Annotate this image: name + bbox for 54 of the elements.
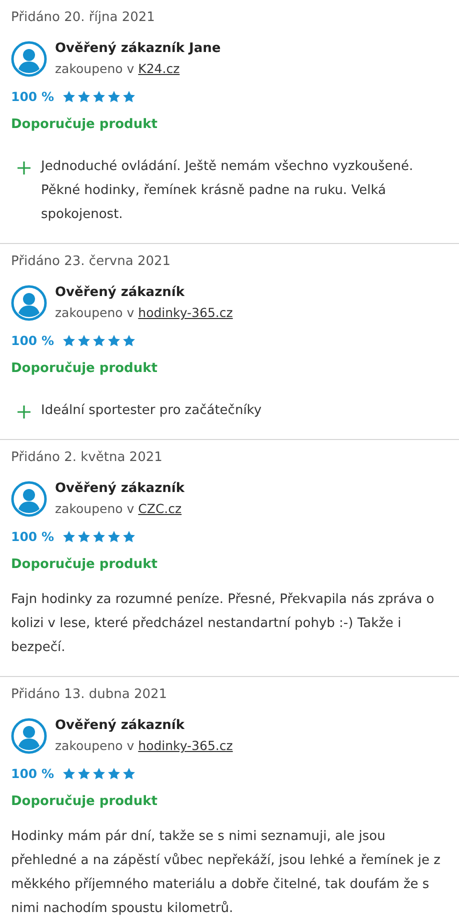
star-icon bbox=[122, 90, 136, 104]
star-icon bbox=[92, 90, 106, 104]
user-avatar-icon bbox=[11, 718, 47, 754]
review-date: Přidáno 13. dubna 2021 bbox=[11, 686, 168, 704]
star-icon bbox=[122, 334, 136, 348]
plus-icon bbox=[17, 405, 31, 419]
star-icon bbox=[62, 90, 76, 104]
review-date: Přidáno 20. října 2021 bbox=[11, 9, 156, 27]
star-icon bbox=[76, 767, 91, 781]
recommend-label: Doporučuje produkt bbox=[11, 793, 158, 811]
star-icon bbox=[106, 90, 121, 104]
star-icon bbox=[92, 334, 106, 348]
review-text: Hodinky mám pár dní, takže se s nimi seznamuji, ale jsou přehledné a na zápěstí vůbec nepřekáží, jsou lehké a řemínek je z měkkého příjemného materiálu a dobře čitelné, tak doufám že s nimi nachodím spoustu kilometrů. bbox=[11, 828, 442, 918]
purchase-label: zakoupeno v bbox=[55, 737, 134, 755]
star-icon bbox=[106, 530, 121, 544]
pro-text: Jednoduché ovládání. Ještě nemám všechno vyzkoušené. Pěkné hodinky, řemínek krásně padne na ruku. Velká spokojenost. bbox=[41, 158, 414, 224]
star-icon bbox=[92, 767, 106, 781]
star-icon bbox=[76, 90, 91, 104]
star-icon bbox=[106, 767, 121, 781]
rating-percent: 100 % bbox=[11, 332, 54, 350]
author-name: Ověřený zákazník bbox=[55, 717, 186, 735]
star-icon bbox=[62, 334, 76, 348]
recommend-label: Doporučuje produkt bbox=[11, 116, 158, 134]
review-text: Fajn hodinky za rozumné peníze. Přesné, Překvapila nás zpráva o kolizi v lese, které předcházel nestandartní pohyb :-) Takže i bezpečí. bbox=[11, 591, 436, 657]
purchase-label: zakoupeno v bbox=[55, 60, 134, 78]
star-icon bbox=[92, 530, 106, 544]
plus-icon bbox=[17, 161, 31, 175]
shop-link[interactable]: hodinky-365.cz bbox=[138, 303, 233, 323]
user-avatar-icon bbox=[11, 41, 47, 77]
purchase-label: zakoupeno v bbox=[55, 500, 134, 518]
user-avatar-icon bbox=[11, 285, 47, 321]
author-name: Ověřený zákazník Jane bbox=[55, 40, 221, 58]
star-icon bbox=[122, 530, 136, 544]
purchase-label: zakoupeno v bbox=[55, 304, 134, 322]
star-icon bbox=[106, 334, 121, 348]
star-icon bbox=[76, 334, 91, 348]
review-date: Přidáno 23. června 2021 bbox=[11, 253, 172, 271]
shop-link[interactable]: hodinky-365.cz bbox=[138, 736, 233, 756]
recommend-label: Doporučuje produkt bbox=[11, 556, 158, 574]
review-date: Přidáno 2. května 2021 bbox=[11, 449, 164, 467]
star-icon bbox=[62, 767, 76, 781]
star-icon bbox=[122, 767, 136, 781]
rating-percent: 100 % bbox=[11, 528, 54, 546]
star-icon bbox=[62, 530, 76, 544]
author-name: Ověřený zákazník bbox=[55, 284, 186, 302]
author-name: Ověřený zákazník bbox=[55, 480, 185, 498]
rating-percent: 100 % bbox=[11, 88, 54, 106]
star-icon bbox=[76, 530, 91, 544]
recommend-label: Doporučuje produkt bbox=[11, 360, 158, 378]
user-avatar-icon bbox=[11, 481, 47, 517]
shop-link[interactable]: CZC.cz bbox=[138, 499, 182, 519]
pro-text: Ideální sportester pro začátečníky bbox=[41, 402, 262, 420]
shop-link[interactable]: K24.cz bbox=[138, 59, 180, 79]
rating-percent: 100 % bbox=[11, 765, 54, 783]
